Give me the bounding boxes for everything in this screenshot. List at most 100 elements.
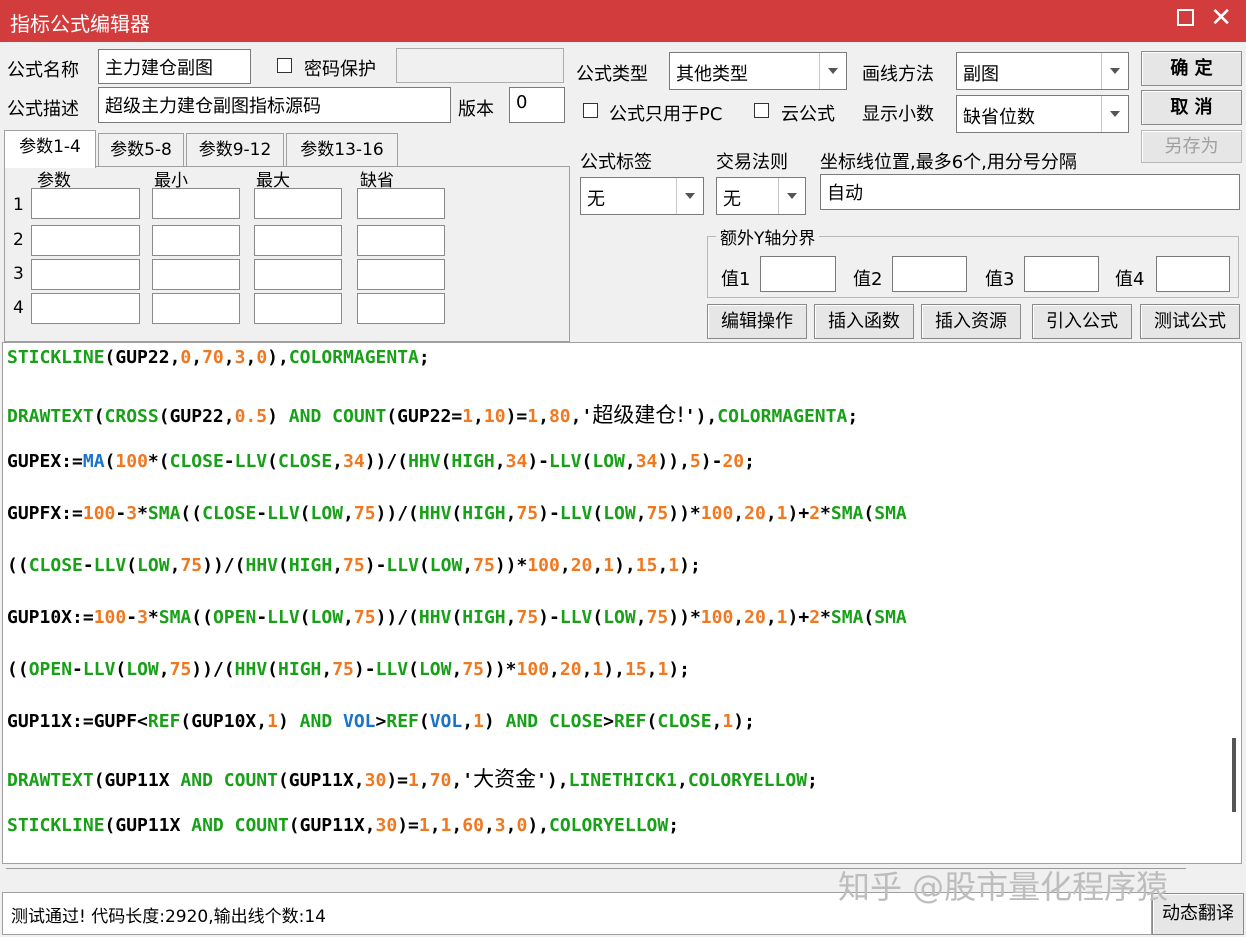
code-token: ))/( xyxy=(202,555,246,576)
trade-rule-select[interactable]: 无 xyxy=(716,177,806,215)
code-token: , xyxy=(462,555,474,576)
code-token: ; xyxy=(807,770,818,791)
code-token: AND xyxy=(505,711,539,732)
param-3-default-input[interactable] xyxy=(357,259,445,290)
code-token: 34 xyxy=(505,451,528,472)
insert-resource-button[interactable]: 插入资源 xyxy=(921,304,1021,339)
formula-type-select[interactable]: 其他类型 xyxy=(669,52,847,90)
code-token: , xyxy=(733,607,745,628)
draw-method-value: 副图 xyxy=(963,64,999,85)
code-token: CLOSE xyxy=(657,711,712,732)
code-token: 100 xyxy=(700,503,734,524)
code-token: ( xyxy=(451,503,463,524)
code-token: (GUP11X xyxy=(104,815,192,836)
code-token: HHV xyxy=(418,607,452,628)
code-token: , xyxy=(765,503,777,524)
param-4-min-input[interactable] xyxy=(152,293,240,324)
formula-desc-input[interactable]: 超级主力建仓副图指标源码 xyxy=(98,87,451,123)
y-value-3-input[interactable] xyxy=(1024,256,1099,292)
code-token: , xyxy=(505,815,517,836)
coord-line-input[interactable]: 自动 xyxy=(820,174,1240,210)
decimals-select[interactable]: 缺省位数 xyxy=(956,95,1129,133)
code-token: , xyxy=(332,451,344,472)
param-4-default-input[interactable] xyxy=(357,293,445,324)
code-token: , xyxy=(169,555,181,576)
pc-only-checkbox[interactable] xyxy=(583,103,598,118)
param-1-name-input[interactable] xyxy=(31,188,140,219)
trade-rule-value: 无 xyxy=(723,189,741,210)
param-2-min-input[interactable] xyxy=(152,225,240,256)
code-token: 75 xyxy=(343,555,365,576)
code-token: 5 xyxy=(689,451,701,472)
param-3-name-input[interactable] xyxy=(31,259,140,290)
code-token: ); xyxy=(668,659,690,680)
code-token: STICKLINE xyxy=(7,815,105,836)
editor-scrollbar[interactable] xyxy=(1232,738,1236,812)
code-token: 100 xyxy=(527,555,560,576)
chevron-down-icon[interactable] xyxy=(819,53,846,89)
tab-params-9-12[interactable]: 参数9-12 xyxy=(186,133,284,167)
chevron-down-icon[interactable] xyxy=(1101,53,1128,89)
code-token: REF xyxy=(614,711,647,732)
param-3-max-input[interactable] xyxy=(254,259,342,290)
code-token: ))* xyxy=(668,607,701,628)
param-2-max-input[interactable] xyxy=(254,225,342,256)
code-token: - xyxy=(115,503,127,524)
close-icon[interactable]: ✕ xyxy=(1210,3,1232,33)
code-token: COLORMAGENTA xyxy=(717,406,848,427)
param-2-default-input[interactable] xyxy=(357,225,445,256)
test-formula-button[interactable]: 测试公式 xyxy=(1140,304,1240,339)
version-input[interactable]: 0 xyxy=(509,87,565,123)
param-1-min-input[interactable] xyxy=(152,188,240,219)
formula-name-input[interactable]: 主力建仓副图 xyxy=(98,49,251,84)
insert-function-button[interactable]: 插入函数 xyxy=(814,304,914,339)
maximize-icon[interactable] xyxy=(1177,9,1194,26)
ok-button[interactable]: 确 定 xyxy=(1141,51,1242,86)
chevron-down-icon[interactable] xyxy=(1101,96,1128,132)
param-4-name-input[interactable] xyxy=(31,293,140,324)
code-token: ) xyxy=(267,406,289,427)
param-4-max-input[interactable] xyxy=(254,293,342,324)
y-value-1-input[interactable] xyxy=(760,256,836,292)
cancel-button[interactable]: 取 消 xyxy=(1141,90,1242,125)
y-value-2-input[interactable] xyxy=(892,256,967,292)
code-token: * xyxy=(137,503,148,524)
code-token: ), xyxy=(614,555,636,576)
param-row-number: 2 xyxy=(13,230,24,250)
code-token: HHV xyxy=(245,555,278,576)
param-2-name-input[interactable] xyxy=(31,225,140,256)
code-token: DRAWTEXT xyxy=(7,406,94,427)
import-formula-button[interactable]: 引入公式 xyxy=(1032,304,1132,339)
y-value-4-input[interactable] xyxy=(1156,256,1230,292)
code-token: ( xyxy=(451,607,463,628)
chevron-down-icon[interactable] xyxy=(676,178,703,214)
code-token: (GUP10X, xyxy=(180,711,268,732)
password-input[interactable] xyxy=(396,48,564,83)
tab-params-5-8[interactable]: 参数5-8 xyxy=(98,133,184,167)
code-token: 75 xyxy=(462,659,484,680)
code-editor[interactable]: STICKLINE(GUP22,0,70,3,0),COLORMAGENTA; D… xyxy=(2,342,1242,864)
code-token: 75 xyxy=(332,659,354,680)
cloud-checkbox[interactable] xyxy=(754,103,769,118)
param-1-default-input[interactable] xyxy=(357,188,445,219)
tab-params-1-4[interactable]: 参数1-4 xyxy=(4,130,96,168)
param-3-min-input[interactable] xyxy=(152,259,240,290)
code-token: LOW xyxy=(310,607,344,628)
password-checkbox[interactable] xyxy=(277,58,292,73)
save-as-button[interactable]: 另存为 xyxy=(1141,130,1242,163)
code-token: , xyxy=(592,555,604,576)
code-token: ( xyxy=(104,451,116,472)
code-token: AND xyxy=(191,815,224,836)
edit-operations-button[interactable]: 编辑操作 xyxy=(707,304,807,339)
code-token: '), xyxy=(536,770,569,791)
code-token: LLV xyxy=(267,607,300,628)
formula-tag-select[interactable]: 无 xyxy=(580,177,704,215)
draw-method-label: 画线方法 xyxy=(862,64,934,85)
chevron-down-icon[interactable] xyxy=(778,178,805,214)
param-1-max-input[interactable] xyxy=(254,188,342,219)
draw-method-select[interactable]: 副图 xyxy=(956,52,1129,90)
tab-params-13-16[interactable]: 参数13-16 xyxy=(286,133,398,167)
code-token: LOW xyxy=(126,659,159,680)
